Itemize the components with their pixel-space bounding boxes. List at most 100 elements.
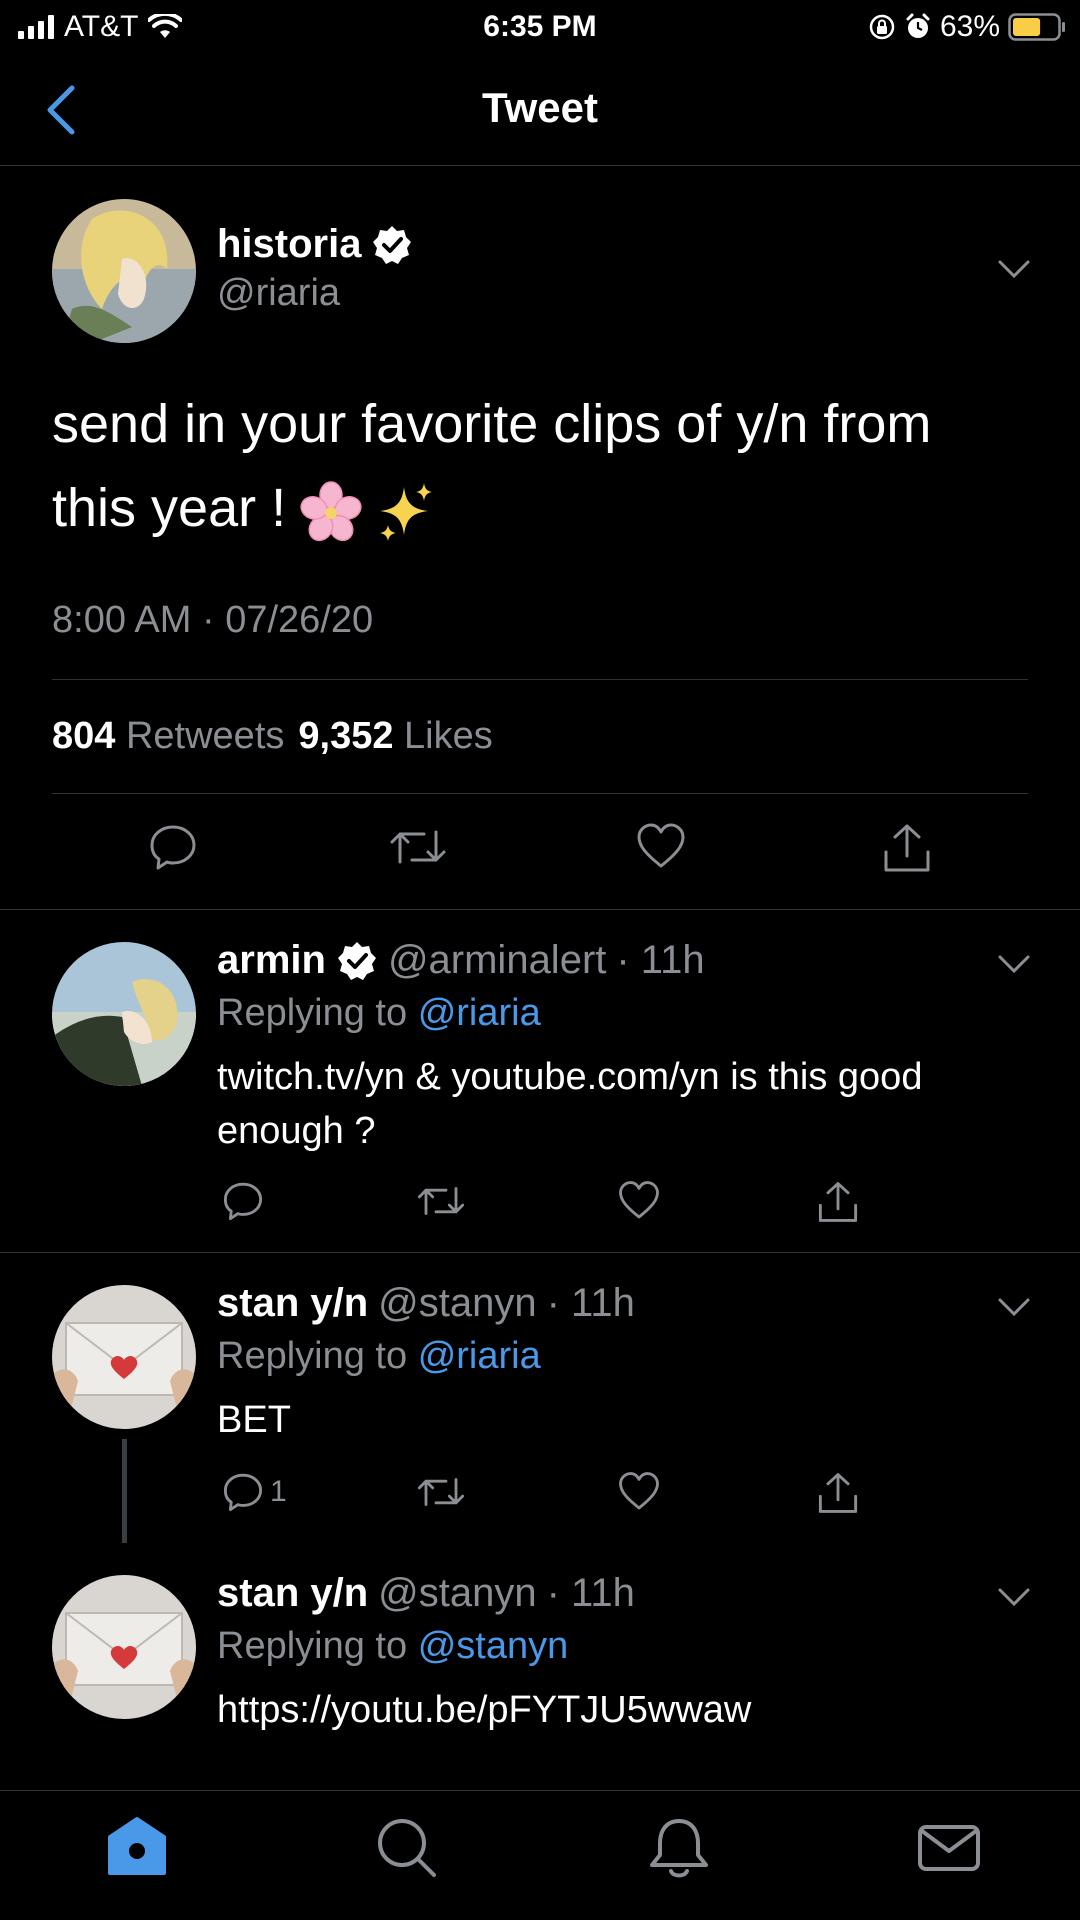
reply-tweet[interactable]: stan y/n @stanyn · 11h Replying to @riar… (0, 1253, 1080, 1543)
retweet-icon (417, 1478, 465, 1506)
replying-to-link[interactable]: @stanyn (418, 1625, 569, 1667)
home-icon[interactable] (102, 1813, 172, 1883)
replying-to: Replying to @riaria (217, 992, 541, 1035)
likes-stat[interactable]: 9,352 Likes (298, 715, 492, 758)
author-name[interactable]: stan y/n (217, 1281, 368, 1326)
chevron-down-icon[interactable] (996, 1585, 1032, 1609)
cherry-blossom-icon (300, 480, 362, 541)
author-handle[interactable]: @stanyn (378, 1281, 536, 1326)
reply-text-line: enough ? (217, 1110, 376, 1152)
reply-text-line: twitch.tv/yn & youtube.com/yn is this go… (217, 1056, 923, 1098)
chevron-down-icon[interactable] (996, 257, 1032, 281)
like-button[interactable] (618, 1471, 660, 1513)
replying-to: Replying to @riaria (217, 1335, 541, 1378)
reply-actions: 1 (0, 1471, 1080, 1531)
retweets-label: Retweets (125, 715, 285, 757)
retweets-count: 804 (52, 715, 116, 757)
share-icon (818, 1182, 858, 1222)
reply-icon (223, 1182, 263, 1221)
verified-badge-icon (373, 225, 412, 264)
author-handle[interactable]: @stanyn (378, 1571, 536, 1616)
heart-icon (637, 823, 685, 868)
retweets-stat[interactable]: 804 Retweets (52, 715, 284, 758)
heart-icon (619, 1472, 659, 1510)
reply-icon (150, 825, 196, 870)
reply-link-text[interactable]: https://youtu.be/pFYTJU5wwaw (217, 1683, 1037, 1737)
reply-text: BET (217, 1393, 1037, 1447)
share-icon (884, 824, 930, 872)
share-button[interactable] (882, 822, 932, 874)
retweet-icon (417, 1187, 465, 1215)
alarm-icon (906, 13, 930, 38)
tweet-text-line-2: this year ! (52, 466, 1032, 550)
share-button[interactable] (817, 1180, 859, 1224)
tweet-text-line: send in your favorite clips of y/n from (52, 394, 932, 454)
author-name[interactable]: historia (217, 222, 361, 267)
reply-text: twitch.tv/yn & youtube.com/yn is this go… (217, 1050, 1037, 1158)
reply-text-line: BET (217, 1399, 291, 1441)
replying-prefix: Replying to (217, 1335, 408, 1377)
avatar[interactable] (52, 199, 196, 343)
reply-name-row: armin @arminalert · 11h (217, 938, 705, 983)
reply-name-row: stan y/n @stanyn · 11h (217, 1571, 635, 1616)
author-name-row: historia (217, 222, 413, 267)
author-name[interactable]: armin (217, 938, 326, 983)
avatar[interactable] (52, 942, 196, 1086)
replying-to: Replying to @stanyn (217, 1625, 568, 1668)
likes-count: 9,352 (298, 715, 394, 757)
retweet-icon (390, 830, 446, 864)
replying-prefix: Replying to (217, 992, 408, 1034)
page-title: Tweet (482, 84, 598, 131)
avatar[interactable] (52, 1575, 196, 1719)
tweet-actions (0, 822, 1080, 882)
search-icon[interactable] (372, 1813, 442, 1883)
author-handle[interactable]: @arminalert (388, 938, 606, 983)
author-name[interactable]: stan y/n (217, 1571, 368, 1616)
divider (52, 793, 1028, 794)
heart-icon (619, 1181, 659, 1219)
replying-to-link[interactable]: @riaria (418, 1335, 541, 1377)
avatar[interactable] (52, 1285, 196, 1429)
sparkles-icon (380, 482, 433, 541)
retweet-button[interactable] (416, 1471, 466, 1513)
reply-button[interactable] (222, 1180, 264, 1222)
reply-button[interactable] (148, 822, 198, 872)
status-bar: AT&T 6:35 PM 63% (0, 0, 1080, 56)
reply-count: 1 (270, 1475, 287, 1508)
tweet-text-line: this year ! (52, 478, 287, 538)
reply-tweet[interactable]: armin @arminalert · 11h Replying to @ria… (0, 910, 1080, 1253)
battery-percent: 63% (939, 10, 1000, 43)
orientation-lock-icon (869, 14, 895, 40)
reply-actions (0, 1180, 1080, 1240)
like-button[interactable] (618, 1180, 660, 1222)
share-icon (818, 1473, 858, 1513)
author-handle[interactable]: @riaria (217, 272, 340, 315)
verified-badge-icon (337, 941, 376, 980)
chevron-down-icon[interactable] (996, 952, 1032, 976)
replying-prefix: Replying to (217, 1625, 408, 1667)
likes-label: Likes (404, 715, 493, 757)
reply-age: · 11h (546, 1571, 635, 1615)
retweet-button[interactable] (416, 1180, 466, 1222)
reply-age: · 11h (616, 938, 705, 982)
tweet-timestamp: 8:00 AM · 07/26/20 (52, 599, 374, 641)
reply-button[interactable]: 1 (222, 1471, 287, 1513)
reply-name-row: stan y/n @stanyn · 11h (217, 1281, 635, 1326)
divider (52, 679, 1028, 680)
like-button[interactable] (636, 822, 686, 872)
messages-icon[interactable] (914, 1813, 984, 1883)
reply-age: · 11h (546, 1281, 635, 1325)
nav-header: Tweet (0, 56, 1080, 166)
tab-bar (0, 1790, 1080, 1920)
battery-icon (1008, 13, 1065, 41)
tweet-text: send in your favorite clips of y/n from … (52, 382, 1032, 550)
replying-to-link[interactable]: @riaria (418, 992, 541, 1034)
share-button[interactable] (817, 1471, 859, 1515)
reply-icon (223, 1473, 263, 1512)
main-tweet: historia @riaria send in your favorite c… (0, 167, 1080, 910)
chevron-down-icon[interactable] (996, 1295, 1032, 1319)
reply-tweet[interactable]: stan y/n @stanyn · 11h Replying to @stan… (0, 1543, 1080, 1789)
notifications-icon[interactable] (644, 1813, 714, 1883)
retweet-button[interactable] (388, 822, 448, 872)
status-right: 63% (868, 10, 1066, 44)
